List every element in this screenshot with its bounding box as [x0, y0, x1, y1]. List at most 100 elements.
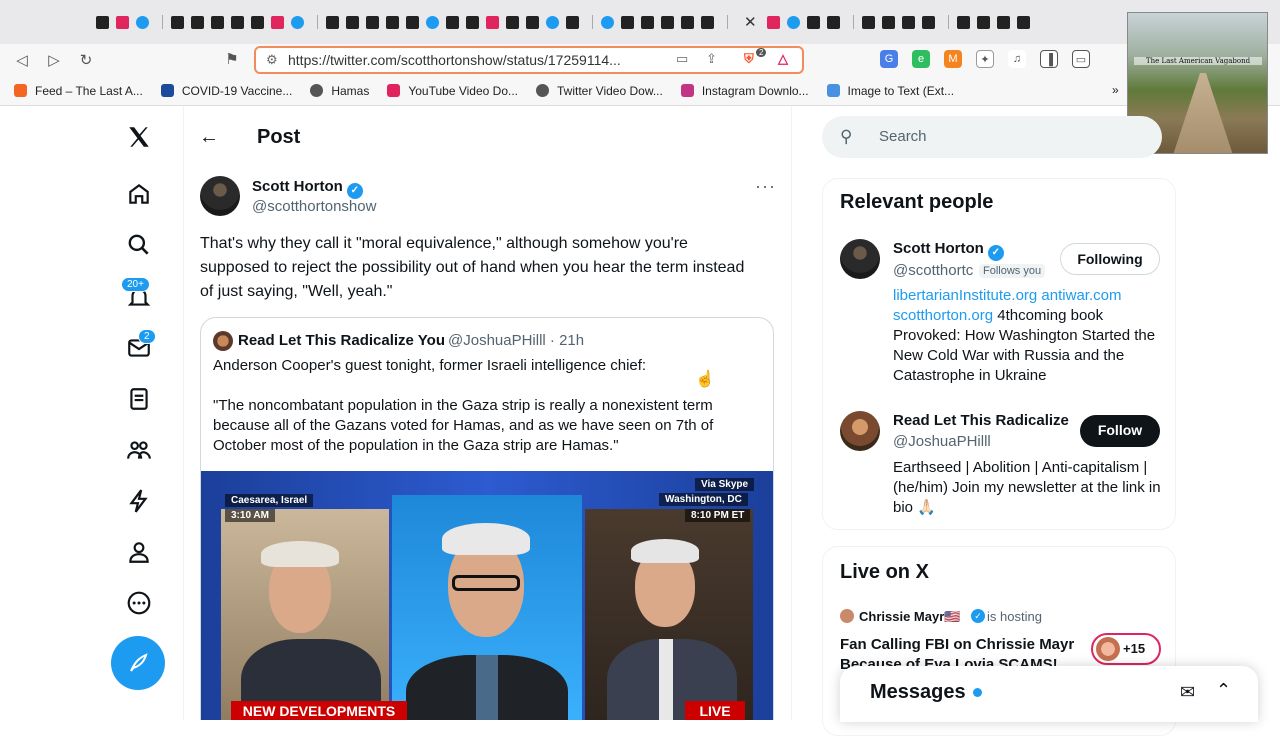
share-icon[interactable]: ⇪ — [706, 51, 717, 67]
explore-search-icon[interactable] — [124, 230, 154, 260]
tab-favicon[interactable] — [191, 15, 204, 29]
music-icon[interactable]: ♫ — [1008, 50, 1026, 68]
tab-favicon[interactable] — [366, 15, 379, 29]
x-logo-icon[interactable] — [124, 122, 154, 152]
url-field[interactable]: ⚙ https://twitter.com/scotthortonshow/st… — [254, 46, 804, 74]
person-avatar[interactable] — [840, 239, 880, 279]
person-handle[interactable]: @scotthortc — [893, 262, 978, 279]
tab-favicon[interactable] — [116, 15, 129, 29]
premium-bolt-icon[interactable] — [124, 486, 154, 516]
back-icon[interactable]: ◁ — [6, 51, 38, 69]
tab-favicon[interactable] — [701, 15, 714, 29]
profile-icon[interactable] — [124, 537, 154, 567]
wallet-icon[interactable]: ▭ — [1072, 50, 1090, 68]
person-handle[interactable]: @JoshuaPHilll — [893, 433, 991, 450]
bookmark-item[interactable]: YouTube Video Do... — [387, 84, 518, 98]
tab-favicon[interactable] — [976, 15, 990, 29]
tab-favicon[interactable] — [326, 15, 339, 29]
person-name[interactable]: Read Let This Radicalize — [893, 412, 1069, 429]
follow-button[interactable]: Follow — [1080, 415, 1160, 447]
tab-favicon[interactable] — [681, 15, 694, 29]
more-icon[interactable] — [124, 588, 154, 618]
tab-favicon[interactable] — [446, 15, 459, 29]
expand-icon[interactable]: ⌃ — [1216, 680, 1231, 701]
tab-favicon[interactable] — [546, 15, 559, 29]
bookmark-item[interactable]: Twitter Video Dow... — [536, 84, 663, 98]
tab-favicon[interactable] — [996, 15, 1010, 29]
tab-favicon[interactable] — [826, 15, 840, 29]
bio-link[interactable]: antiwar.com — [1041, 287, 1121, 304]
tab-favicon[interactable] — [1016, 15, 1030, 29]
search-input[interactable]: ⚲ Search — [822, 116, 1162, 158]
reload-icon[interactable]: ↻ — [70, 51, 102, 69]
forward-icon[interactable]: ▷ — [38, 51, 70, 69]
tab-favicon[interactable] — [901, 15, 915, 29]
tab-favicon[interactable] — [786, 15, 800, 29]
tab-favicon[interactable] — [661, 15, 674, 29]
bookmark-item[interactable]: Image to Text (Ext... — [826, 84, 954, 98]
tab-favicon[interactable] — [956, 15, 970, 29]
tab-favicon[interactable] — [386, 15, 399, 29]
tab-favicon[interactable] — [406, 15, 419, 29]
back-arrow-icon[interactable]: ← — [199, 126, 219, 149]
bookmark-item[interactable]: COVID-19 Vaccine... — [160, 84, 292, 98]
brave-shield-icon[interactable]: ⛨ — [744, 51, 754, 67]
tab-favicon[interactable] — [806, 15, 820, 29]
bookmark-item[interactable]: Feed – The Last A... — [14, 84, 143, 98]
bio-link[interactable]: libertarianInstitute.org — [893, 287, 1037, 304]
tab-favicon[interactable] — [426, 15, 439, 29]
communities-icon[interactable] — [124, 435, 154, 465]
tab-favicon[interactable] — [621, 15, 634, 29]
tab-favicon[interactable] — [466, 15, 479, 29]
brave-rewards-icon[interactable]: △ — [778, 51, 788, 67]
bio-link[interactable]: scotthorton.org — [893, 307, 993, 324]
tab-favicon[interactable] — [346, 15, 359, 29]
tab-favicon[interactable] — [526, 15, 539, 29]
tab-favicon[interactable] — [291, 15, 304, 29]
tab-favicon[interactable] — [231, 15, 244, 29]
tab-favicon[interactable] — [136, 15, 149, 29]
bookmark-icon[interactable]: ⚑ — [216, 50, 248, 68]
tab-favicon[interactable] — [506, 15, 519, 29]
sidebar-icon[interactable]: ▐ — [1040, 50, 1058, 68]
more-bookmarks-icon[interactable]: » — [1112, 83, 1119, 97]
tab-favicon[interactable] — [861, 15, 875, 29]
quoted-tweet[interactable]: Read Let This Radicalize You @JoshuaPHil… — [200, 317, 774, 720]
person-name-row[interactable]: Scott Horton ✓ — [893, 240, 1004, 261]
tab-favicon[interactable] — [766, 15, 780, 29]
extensions-icon[interactable]: ✦ — [976, 50, 994, 68]
following-button[interactable]: Following — [1060, 243, 1160, 275]
home-icon[interactable] — [124, 179, 154, 209]
more-options-icon[interactable]: ··· — [755, 176, 776, 197]
tab-favicon[interactable] — [566, 15, 579, 29]
tab-favicon[interactable] — [486, 15, 499, 29]
tab-favicon[interactable] — [921, 15, 935, 29]
author-avatar[interactable] — [200, 176, 240, 216]
translate-icon[interactable]: G — [880, 50, 898, 68]
quote-video-media[interactable]: Caesarea, Israel 3:10 AM Via Skype Washi… — [201, 471, 773, 720]
compose-post-button[interactable] — [111, 636, 165, 690]
new-message-icon[interactable]: ✉ — [1180, 682, 1195, 703]
author-handle[interactable]: @scotthortonshow — [252, 198, 376, 215]
tab-favicon[interactable] — [211, 15, 224, 29]
tab-favicon[interactable] — [881, 15, 895, 29]
live-listeners-pill[interactable]: +15 — [1091, 633, 1161, 665]
tab-favicon[interactable] — [96, 15, 109, 29]
site-info-icon[interactable]: ⚙ — [266, 52, 278, 68]
evernote-icon[interactable]: e — [912, 50, 930, 68]
tab-close-icon[interactable]: ✕ — [744, 13, 757, 31]
live-host-name[interactable]: Chrissie Mayr🇺🇸 — [859, 609, 960, 625]
bookmark-item[interactable]: Instagram Downlo... — [680, 84, 809, 98]
tab-favicon[interactable] — [271, 15, 284, 29]
bookmark-item[interactable]: Hamas — [310, 84, 369, 98]
lists-icon[interactable] — [124, 384, 154, 414]
tab-favicon[interactable] — [251, 15, 264, 29]
tab-favicon[interactable] — [601, 15, 614, 29]
tab-favicon[interactable] — [641, 15, 654, 29]
messages-drawer[interactable]: Messages ✉ ⌃ — [840, 666, 1258, 722]
reader-icon[interactable]: ▭ — [676, 51, 688, 67]
person-avatar[interactable] — [840, 411, 880, 451]
metamask-icon[interactable]: M — [944, 50, 962, 68]
author-name-row[interactable]: Scott Horton ✓ — [252, 178, 363, 199]
tab-favicon[interactable] — [171, 15, 184, 29]
